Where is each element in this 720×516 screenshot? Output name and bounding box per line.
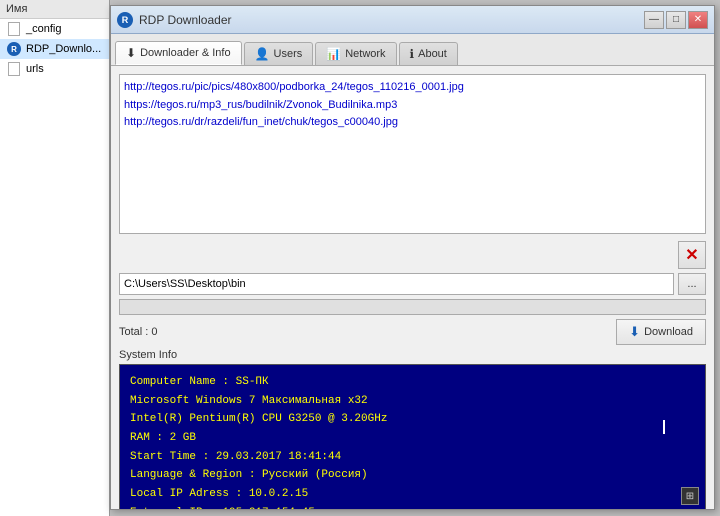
delete-icon: ✕ (685, 245, 698, 265)
main-window: R RDP Downloader — □ ✕ ⬇ Downloader & In… (110, 5, 715, 510)
window-controls: — □ ✕ (644, 11, 708, 29)
tab-downloader[interactable]: ⬇ Downloader & Info (115, 41, 242, 65)
total-row: Total : 0 ⬇ Download (119, 319, 706, 345)
tree-item-label: _config (26, 23, 61, 35)
file-tree-panel: Имя _config R RDP_Downlo... urls (0, 0, 110, 516)
minimize-button[interactable]: — (644, 11, 664, 29)
delete-btn-row: ✕ (119, 241, 706, 269)
network-tab-label: Network (345, 48, 385, 60)
tree-item-label: RDP_Downlo... (26, 43, 101, 55)
close-button[interactable]: ✕ (688, 11, 708, 29)
tab-about[interactable]: ℹ About (399, 42, 458, 65)
tab-users[interactable]: 👤 Users (244, 42, 314, 65)
tree-item-config[interactable]: _config (0, 19, 109, 39)
sysinfo-label: System Info (119, 349, 706, 361)
tab-network[interactable]: 📊 Network (315, 42, 396, 65)
downloader-tab-icon: ⬇ (126, 46, 136, 60)
browse-button[interactable]: ... (678, 273, 706, 295)
rdp-icon: R (6, 41, 22, 57)
path-input[interactable] (119, 273, 674, 295)
sysinfo-line-1: Microsoft Windows 7 Максимальная x32 (130, 392, 695, 411)
window-title: RDP Downloader (139, 13, 232, 27)
tab-bar: ⬇ Downloader & Info 👤 Users 📊 Network ℹ … (111, 34, 714, 66)
window-icon: R (117, 12, 133, 28)
total-label: Total : 0 (119, 326, 158, 338)
downloader-tab-label: Downloader & Info (140, 47, 231, 59)
about-tab-label: About (418, 48, 447, 60)
users-tab-icon: 👤 (255, 47, 270, 61)
sysinfo-line-7: External IP : 195.217.154.45 (130, 504, 695, 509)
sysinfo-line-0: Computer Name : SS-ПК (130, 373, 695, 392)
doc-icon (6, 21, 22, 37)
cursor-block (663, 420, 665, 434)
network-tab-icon: 📊 (326, 47, 341, 61)
sysinfo-line-4: Start Time : 29.03.2017 18:41:44 (130, 448, 695, 467)
sysinfo-terminal: Computer Name : SS-ПК Microsoft Windows … (119, 364, 706, 509)
tree-item-label: urls (26, 63, 44, 75)
sysinfo-line-3: RAM : 2 GB (130, 429, 695, 448)
title-bar: R RDP Downloader — □ ✕ (111, 6, 714, 34)
urls-icon (6, 61, 22, 77)
file-tree-header: Имя (0, 0, 109, 19)
download-label: Download (644, 326, 693, 338)
path-row: ... (119, 273, 706, 295)
content-area: ✕ ... Total : 0 ⬇ Download System Info C… (111, 66, 714, 509)
tree-item-rdp[interactable]: R RDP_Downlo... (0, 39, 109, 59)
sysinfo-line-5: Language & Region : Русский (Россия) (130, 466, 695, 485)
sysinfo-section: System Info Computer Name : SS-ПК Micros… (119, 349, 706, 509)
download-icon: ⬇ (629, 324, 640, 340)
delete-button[interactable]: ✕ (678, 241, 706, 269)
download-button[interactable]: ⬇ Download (616, 319, 706, 345)
sysinfo-line-2: Intel(R) Pentium(R) CPU G3250 @ 3.20GHz (130, 410, 695, 429)
sysinfo-line-6: Local IP Adress : 10.0.2.15 (130, 485, 695, 504)
progress-bar (119, 299, 706, 315)
title-bar-left: R RDP Downloader (117, 12, 232, 28)
users-tab-label: Users (274, 48, 303, 60)
tree-item-urls[interactable]: urls (0, 59, 109, 79)
terminal-icon: ⊞ (681, 487, 699, 505)
url-textarea[interactable] (119, 74, 706, 234)
about-tab-icon: ℹ (410, 47, 415, 61)
maximize-button[interactable]: □ (666, 11, 686, 29)
